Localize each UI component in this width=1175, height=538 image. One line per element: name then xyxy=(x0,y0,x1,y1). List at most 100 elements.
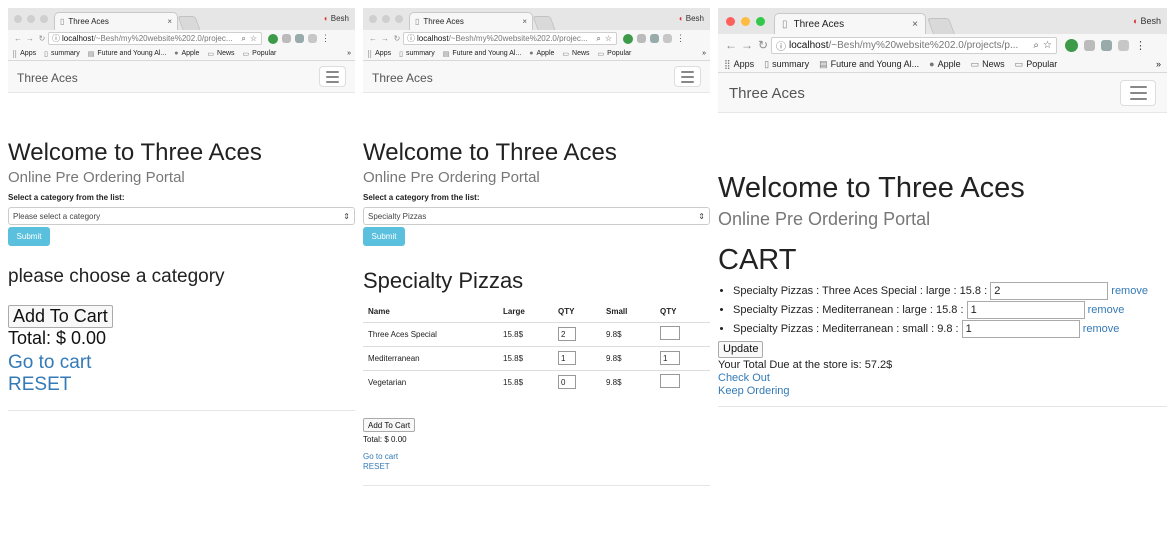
extension-cloud-icon[interactable] xyxy=(308,34,317,43)
bookmarks-overflow[interactable]: » xyxy=(347,50,351,57)
navbar-toggle-button[interactable] xyxy=(1120,80,1156,106)
remove-link[interactable]: remove xyxy=(1111,285,1148,297)
bookmarks-overflow[interactable]: » xyxy=(1156,59,1161,69)
bookmark-popular[interactable]: ▭ Popular xyxy=(1015,59,1058,70)
minimize-window-button[interactable] xyxy=(741,17,750,26)
close-tab-icon[interactable]: × xyxy=(167,17,172,26)
minimize-window-button[interactable] xyxy=(382,15,390,23)
check-out-link[interactable]: Check Out xyxy=(718,372,1167,384)
address-bar[interactable]: ⓘ localhost/~Besh/my%20website%202.0/pro… xyxy=(403,32,617,45)
bookmark-popular[interactable]: ▭ Popular xyxy=(243,50,277,58)
reload-icon[interactable]: ↻ xyxy=(36,34,48,43)
zoom-icon[interactable]: ⌕ xyxy=(1033,40,1039,51)
reset-link[interactable]: RESET xyxy=(363,462,710,471)
small-qty-input[interactable]: 1 xyxy=(660,351,680,365)
go-to-cart-link[interactable]: Go to cart xyxy=(8,352,355,374)
brand[interactable]: Three Aces xyxy=(372,71,433,85)
submit-button[interactable]: Submit xyxy=(363,227,405,246)
close-tab-icon[interactable]: × xyxy=(522,17,527,26)
extension-cloud-icon[interactable] xyxy=(663,34,672,43)
update-button[interactable]: Update xyxy=(718,340,764,358)
bookmark-star-icon[interactable]: ☆ xyxy=(1043,40,1052,51)
back-arrow-icon[interactable]: ← xyxy=(367,34,379,43)
bookmark-news[interactable]: ▭ News xyxy=(562,50,589,58)
small-qty-input[interactable] xyxy=(660,326,680,340)
large-qty-input[interactable]: 2 xyxy=(558,327,576,341)
bookmark-news[interactable]: ▭ News xyxy=(971,59,1005,70)
add-to-cart-button[interactable]: Add To Cart xyxy=(363,418,416,432)
navbar-toggle-button[interactable] xyxy=(319,66,346,87)
back-arrow-icon[interactable]: ← xyxy=(12,34,24,43)
keep-ordering-link[interactable]: Keep Ordering xyxy=(718,385,1167,397)
zoom-icon[interactable]: ⌕ xyxy=(241,34,245,44)
tab-three-aces[interactable]: ▯ Three Aces × xyxy=(54,12,178,30)
extension-off-icon[interactable] xyxy=(268,33,278,44)
tab-three-aces[interactable]: ▯ Three Aces × xyxy=(409,12,533,30)
close-window-button[interactable] xyxy=(369,15,377,23)
bookmark-star-icon[interactable]: ☆ xyxy=(250,34,257,44)
profile-button[interactable]: ◐ Besh xyxy=(1133,16,1161,26)
maximize-window-button[interactable] xyxy=(40,15,48,23)
reload-icon[interactable]: ↻ xyxy=(755,38,771,52)
small-qty-input[interactable] xyxy=(660,374,680,389)
address-bar[interactable]: ⓘ localhost/~Besh/my%20website%202.0/pro… xyxy=(48,32,262,45)
bookmark-apps[interactable]: ⣿ Apps xyxy=(724,59,754,70)
extension-download-icon[interactable] xyxy=(295,34,304,43)
navbar-toggle-button[interactable] xyxy=(674,66,701,87)
menu-kebab-icon[interactable]: ⋮ xyxy=(1135,39,1146,52)
brand[interactable]: Three Aces xyxy=(729,85,805,102)
bookmark-star-icon[interactable]: ☆ xyxy=(605,34,612,44)
bookmark-summary[interactable]: ▯ summary xyxy=(764,59,809,70)
minimize-window-button[interactable] xyxy=(27,15,35,23)
bookmark-summary[interactable]: ▯ summary xyxy=(44,50,80,58)
reset-link[interactable]: RESET xyxy=(8,374,355,396)
bookmarks-overflow[interactable]: » xyxy=(702,50,706,57)
forward-arrow-icon[interactable]: → xyxy=(379,34,391,43)
category-select[interactable]: Specialty Pizzas ⇕ xyxy=(363,207,710,225)
new-tab-button[interactable] xyxy=(532,16,556,30)
large-qty-input[interactable]: 0 xyxy=(558,375,576,390)
back-arrow-icon[interactable]: ← xyxy=(723,38,739,52)
remove-link[interactable]: remove xyxy=(1083,323,1120,335)
profile-button[interactable]: ◐ Besh xyxy=(679,14,704,23)
forward-arrow-icon[interactable]: → xyxy=(739,38,755,52)
menu-kebab-icon[interactable]: ⋮ xyxy=(676,33,685,44)
extension-k-icon[interactable] xyxy=(282,34,291,43)
brand[interactable]: Three Aces xyxy=(17,71,78,85)
maximize-window-button[interactable] xyxy=(756,17,765,26)
zoom-icon[interactable]: ⌕ xyxy=(596,34,600,44)
bookmark-news[interactable]: ▭ News xyxy=(207,50,234,58)
cart-qty-input[interactable]: 1 xyxy=(966,301,1085,320)
extension-cloud-icon[interactable] xyxy=(1118,39,1129,51)
bookmark-popular[interactable]: ▭ Popular xyxy=(598,50,632,58)
bookmark-summary[interactable]: ▯ summary xyxy=(399,50,435,58)
bookmark-future[interactable]: ▤ Future and Young Al... xyxy=(819,59,919,70)
close-tab-icon[interactable]: × xyxy=(912,19,918,30)
bookmark-apps[interactable]: ⣿ Apps xyxy=(12,50,36,58)
bookmark-apple[interactable]: ● Apple xyxy=(529,50,554,57)
bookmark-apple[interactable]: ● Apple xyxy=(929,59,960,69)
maximize-window-button[interactable] xyxy=(395,15,403,23)
remove-link[interactable]: remove xyxy=(1088,304,1125,316)
close-window-button[interactable] xyxy=(726,17,735,26)
large-qty-input[interactable]: 1 xyxy=(558,351,576,365)
category-select[interactable]: Please select a category ⇕ xyxy=(8,207,355,225)
forward-arrow-icon[interactable]: → xyxy=(24,34,36,43)
bookmark-apple[interactable]: ● Apple xyxy=(174,50,199,57)
tab-three-aces[interactable]: ▯ Three Aces × xyxy=(774,13,926,34)
cart-qty-input[interactable]: 2 xyxy=(990,282,1109,301)
extension-off-icon[interactable] xyxy=(1065,38,1078,52)
bookmark-future[interactable]: ▤ Future and Young Al... xyxy=(88,50,167,58)
profile-button[interactable]: ◐ Besh xyxy=(324,14,349,23)
new-tab-button[interactable] xyxy=(177,16,201,30)
address-bar[interactable]: ⓘ localhost/~Besh/my%20website%202.0/pro… xyxy=(771,36,1057,54)
extension-k-icon[interactable] xyxy=(637,34,646,43)
menu-kebab-icon[interactable]: ⋮ xyxy=(321,33,330,44)
reload-icon[interactable]: ↻ xyxy=(391,34,403,43)
add-to-cart-button[interactable]: Add To Cart xyxy=(8,305,113,328)
extension-off-icon[interactable] xyxy=(623,33,633,44)
submit-button[interactable]: Submit xyxy=(8,227,50,246)
bookmark-future[interactable]: ▤ Future and Young Al... xyxy=(443,50,522,58)
close-window-button[interactable] xyxy=(14,15,22,23)
bookmark-apps[interactable]: ⣿ Apps xyxy=(367,50,391,58)
